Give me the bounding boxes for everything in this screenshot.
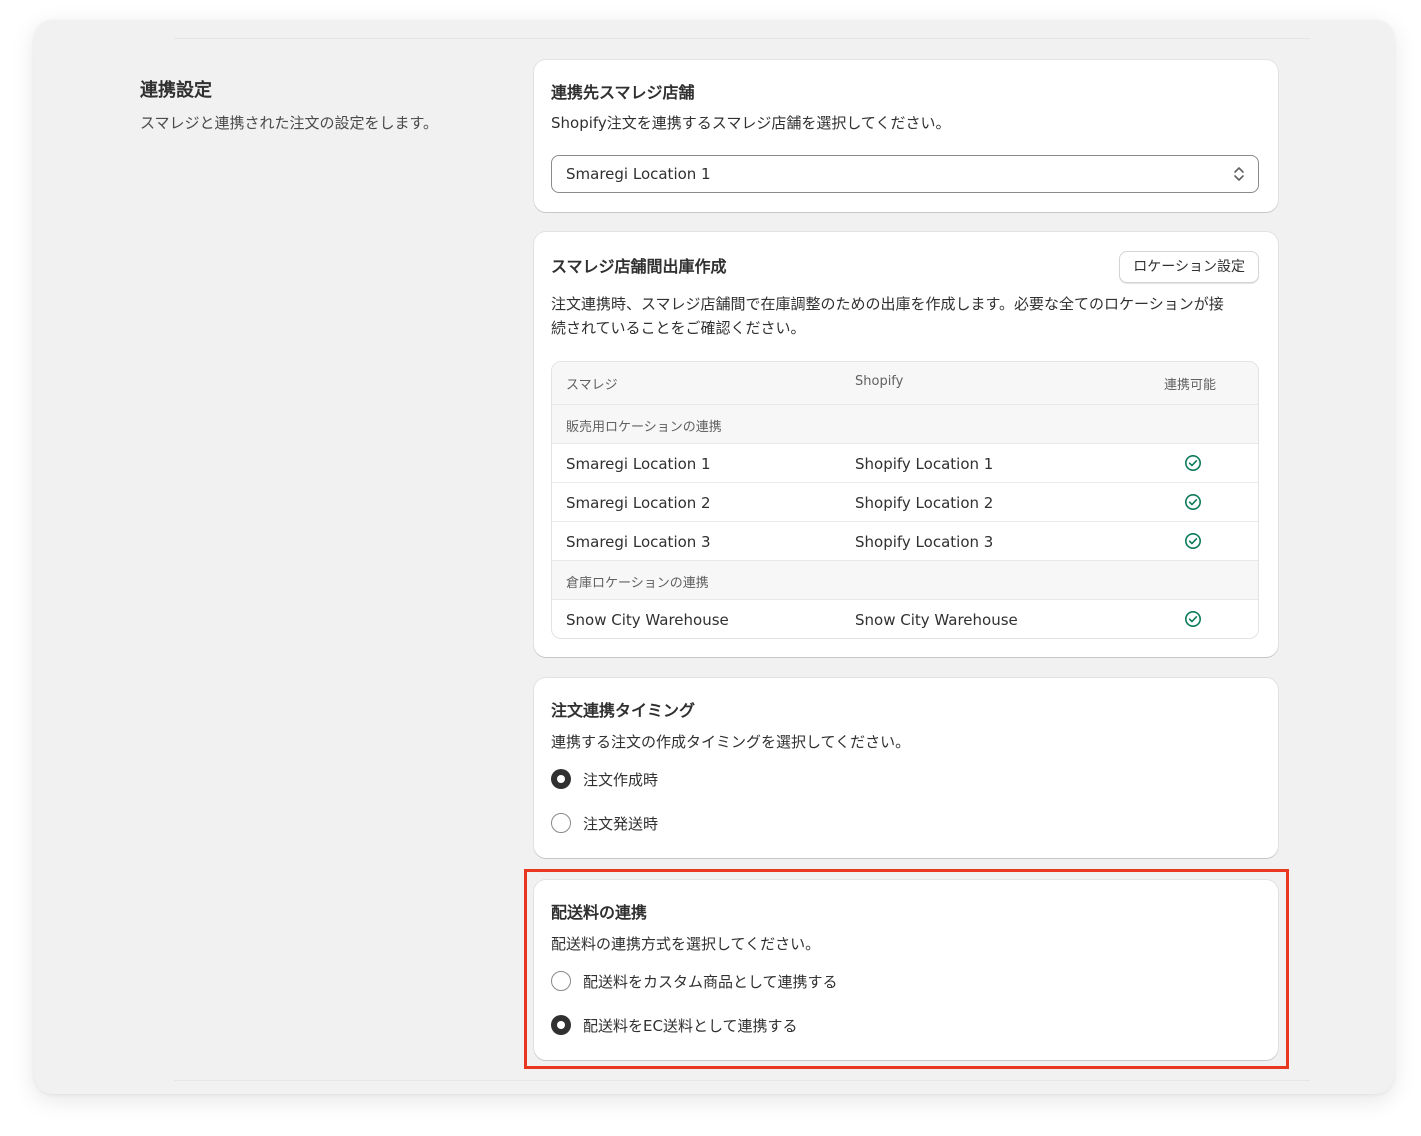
top-divider <box>174 38 1310 39</box>
check-circle-icon <box>1185 533 1201 549</box>
card-title: 配送料の連携 <box>551 903 648 922</box>
smaregi-location-cell: Smaregi Location 2 <box>566 494 711 512</box>
radio-button-selected[interactable] <box>551 1015 571 1035</box>
card-title: 連携先スマレジ店舗 <box>551 83 695 102</box>
check-circle-icon <box>1185 494 1201 510</box>
bottom-divider <box>174 1080 1310 1081</box>
table-row: Snow City Warehouse Snow City Warehouse <box>552 599 1258 638</box>
table-header-row: スマレジ Shopify 連携可能 <box>552 362 1258 404</box>
table-group-row: 販売用ロケーションの連携 <box>552 404 1258 443</box>
card-description: 連携する注文の作成タイミングを選択してください。 <box>551 733 911 751</box>
smaregi-location-cell: Smaregi Location 3 <box>566 533 711 551</box>
section-description: スマレジと連携された注文の設定をします。 <box>140 114 439 132</box>
shopify-location-cell: Shopify Location 1 <box>855 455 994 473</box>
column-header-shopify: Shopify <box>855 374 904 389</box>
section-title: 連携設定 <box>140 80 212 101</box>
check-circle-icon <box>1185 611 1201 627</box>
card-description: 配送料の連携方式を選択してください。 <box>551 935 821 953</box>
radio-label: 配送料をカスタム商品として連携する <box>583 973 838 991</box>
smaregi-location-cell: Smaregi Location 1 <box>566 455 711 473</box>
column-header-available: 連携可能 <box>1164 378 1217 393</box>
table-row: Smaregi Location 2 Shopify Location 2 <box>552 482 1258 521</box>
smaregi-location-cell: Snow City Warehouse <box>566 611 729 629</box>
table-row: Smaregi Location 1 Shopify Location 1 <box>552 443 1258 482</box>
column-header-smaregi: スマレジ <box>566 378 618 393</box>
transfer-settings-card: スマレジ店舗間出庫作成 ロケーション設定 注文連携時、スマレジ店舗間で在庫調整の… <box>534 232 1278 657</box>
group-label: 販売用ロケーションの連携 <box>566 420 722 435</box>
card-title: スマレジ店舗間出庫作成 <box>551 257 727 276</box>
order-timing-card: 注文連携タイミング 連携する注文の作成タイミングを選択してください。 注文作成時… <box>534 678 1278 858</box>
group-label: 倉庫ロケーションの連携 <box>566 576 709 591</box>
radio-button[interactable] <box>551 813 571 833</box>
shipping-fee-card: 配送料の連携 配送料の連携方式を選択してください。 配送料をカスタム商品として連… <box>534 880 1278 1060</box>
radio-label: 注文作成時 <box>583 771 659 789</box>
card-description-line1: 注文連携時、スマレジ店舗間で在庫調整のための出庫を作成します。必要な全てのロケー… <box>551 295 1224 313</box>
table-group-row: 倉庫ロケーションの連携 <box>552 560 1258 599</box>
card-title: 注文連携タイミング <box>551 701 696 720</box>
radio-label: 注文発送時 <box>583 815 659 833</box>
store-select-value: Smaregi Location 1 <box>566 165 711 183</box>
radio-label: 配送料をEC送料として連携する <box>583 1017 798 1035</box>
card-description-line2: 続されていることをご確認ください。 <box>551 319 806 337</box>
check-circle-icon <box>1185 455 1201 471</box>
table-row: Smaregi Location 3 Shopify Location 3 <box>552 521 1258 560</box>
shopify-location-cell: Snow City Warehouse <box>855 611 1018 629</box>
location-mapping-table: スマレジ Shopify 連携可能 販売用ロケーションの連携 Smaregi L… <box>551 361 1259 639</box>
radio-button-selected[interactable] <box>551 769 571 789</box>
store-select-card: 連携先スマレジ店舗 Shopify注文を連携するスマレジ店舗を選択してください。… <box>534 60 1278 212</box>
store-select[interactable]: Smaregi Location 1 <box>551 155 1259 193</box>
radio-button[interactable] <box>551 971 571 991</box>
shopify-location-cell: Shopify Location 3 <box>855 533 994 551</box>
shopify-location-cell: Shopify Location 2 <box>855 494 994 512</box>
select-chevron-icon <box>1234 167 1244 181</box>
location-settings-button[interactable]: ロケーション設定 <box>1119 251 1259 283</box>
card-description: Shopify注文を連携するスマレジ店舗を選択してください。 <box>551 114 951 132</box>
